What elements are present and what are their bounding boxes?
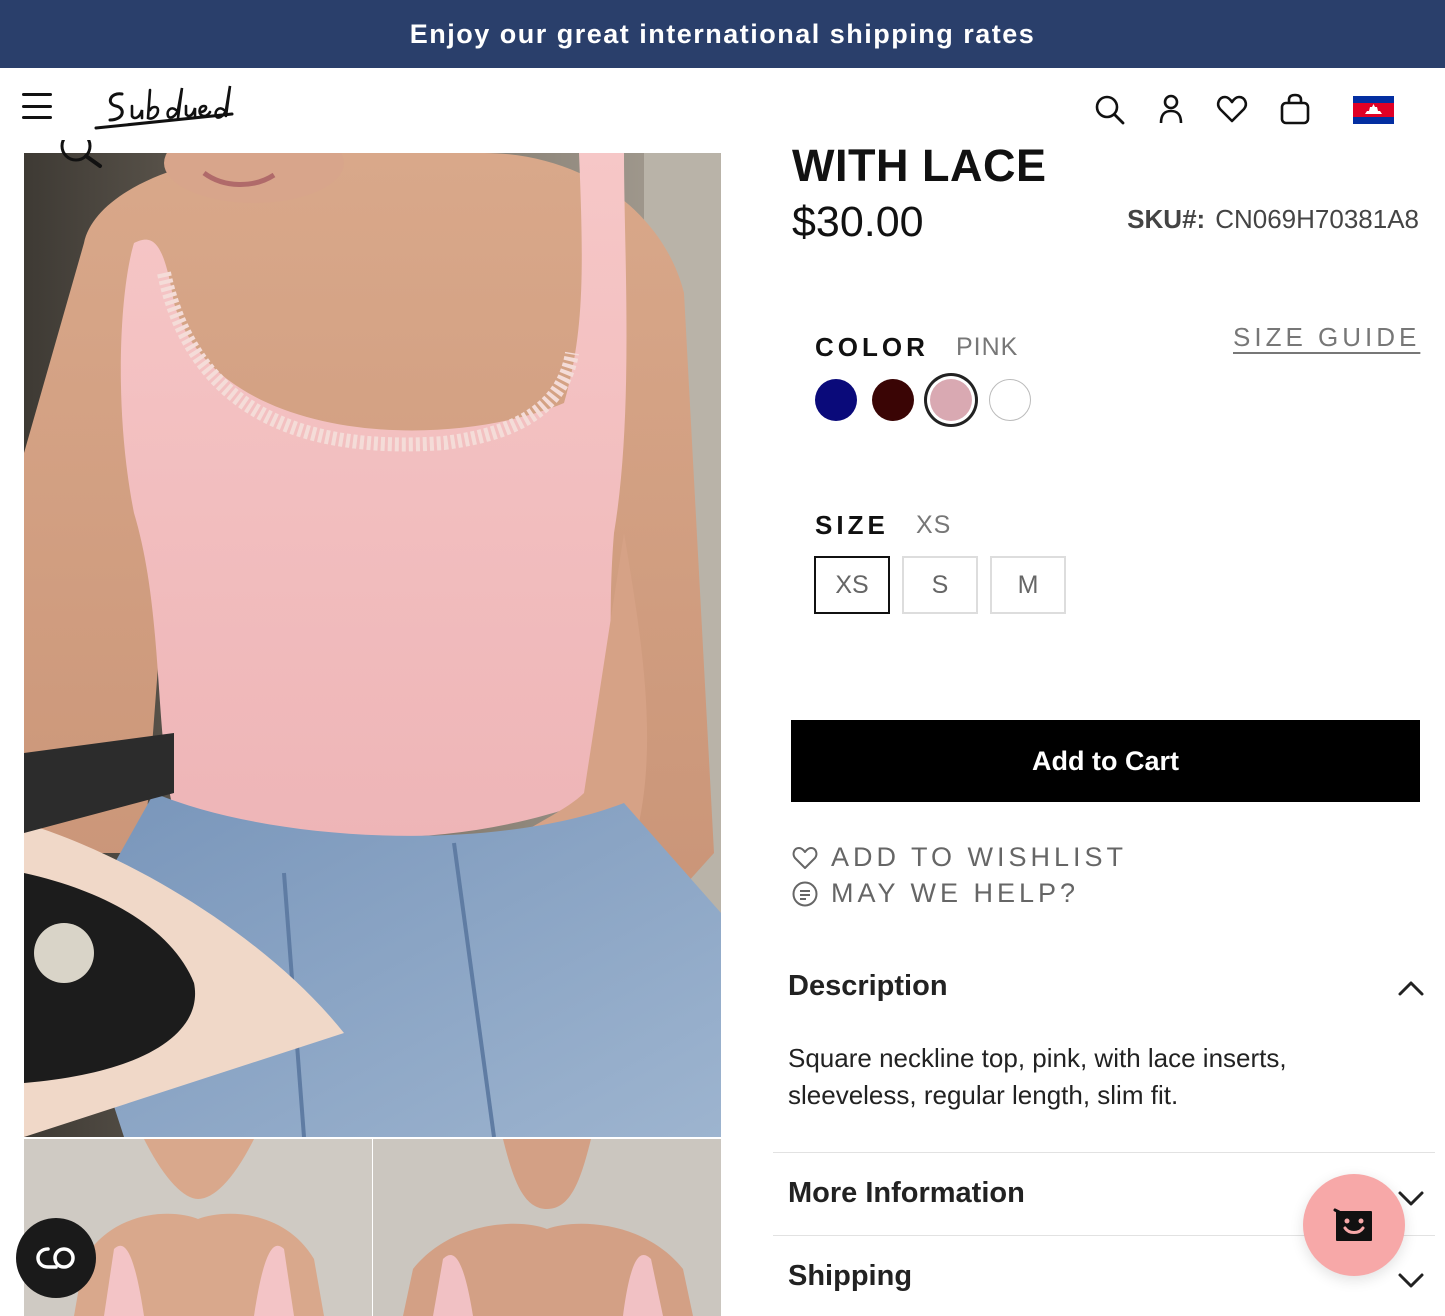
product-thumbnail-back[interactable]	[373, 1139, 721, 1316]
site-header	[0, 68, 1445, 153]
wishlist-label: ADD TO WISHLIST	[831, 842, 1128, 872]
heart-outline-icon	[792, 846, 818, 869]
product-photo	[24, 153, 721, 1137]
product-title: WITH LACE	[792, 140, 1047, 191]
sku-value: CN069H70381A8	[1215, 204, 1419, 234]
color-swatch-burgundy[interactable]	[872, 379, 914, 421]
chat-widget-button[interactable]	[1303, 1174, 1405, 1276]
add-to-cart-button[interactable]: Add to Cart	[791, 720, 1420, 802]
promo-text: Enjoy our great international shipping r…	[409, 18, 1036, 49]
cookie-preferences-button[interactable]	[16, 1218, 96, 1298]
product-price: $30.00	[792, 198, 924, 246]
size-option-s[interactable]: S	[902, 556, 978, 614]
color-selected-value: PINK	[956, 333, 1019, 361]
size-option-xs[interactable]: XS	[814, 556, 890, 614]
add-to-wishlist-link[interactable]: ADD TO WISHLIST	[791, 842, 1127, 873]
sku-label: SKU#:	[1127, 204, 1206, 234]
heart-icon[interactable]	[1215, 92, 1249, 126]
cambodia-flag-icon[interactable]	[1353, 96, 1394, 124]
chat-bubble-icon	[792, 881, 818, 906]
color-swatch-navy[interactable]	[815, 379, 857, 421]
more-information-accordion-title[interactable]: More Information	[788, 1177, 1025, 1210]
size-option-m[interactable]: M	[990, 556, 1066, 614]
shipping-accordion-title[interactable]: Shipping	[788, 1260, 912, 1293]
may-we-help-link[interactable]: MAY WE HELP?	[791, 878, 1079, 909]
account-icon[interactable]	[1154, 92, 1188, 126]
chevron-down-icon[interactable]	[1396, 1270, 1426, 1290]
zoom-icon[interactable]	[56, 140, 104, 170]
chevron-up-icon[interactable]	[1396, 978, 1426, 998]
description-text: Square neckline top, pink, with lace ins…	[788, 1043, 1287, 1110]
description-accordion-title[interactable]: Description	[788, 970, 948, 1003]
menu-icon[interactable]	[22, 93, 52, 119]
help-label: MAY WE HELP?	[831, 878, 1080, 908]
brand-logo[interactable]	[92, 76, 252, 136]
size-selected-value: XS	[916, 511, 952, 539]
search-icon[interactable]	[1092, 92, 1126, 126]
size-guide-link[interactable]: SIZE GUIDE	[1233, 322, 1420, 353]
color-label: COLOR	[815, 332, 929, 362]
smiley-bag-icon	[1333, 1208, 1372, 1241]
promo-banner: Enjoy our great international shipping r…	[0, 0, 1445, 68]
accordion-divider	[773, 1152, 1435, 1153]
color-swatch-white[interactable]	[989, 379, 1031, 421]
product-main-image[interactable]	[24, 153, 721, 1137]
thumbnail-photo	[373, 1139, 721, 1316]
bag-icon[interactable]	[1278, 92, 1312, 126]
size-label: SIZE	[815, 510, 889, 540]
product-sku: SKU#: CN069H70381A8	[1127, 204, 1419, 235]
color-swatch-pink[interactable]	[930, 379, 972, 421]
toggle-icon	[36, 1247, 75, 1269]
